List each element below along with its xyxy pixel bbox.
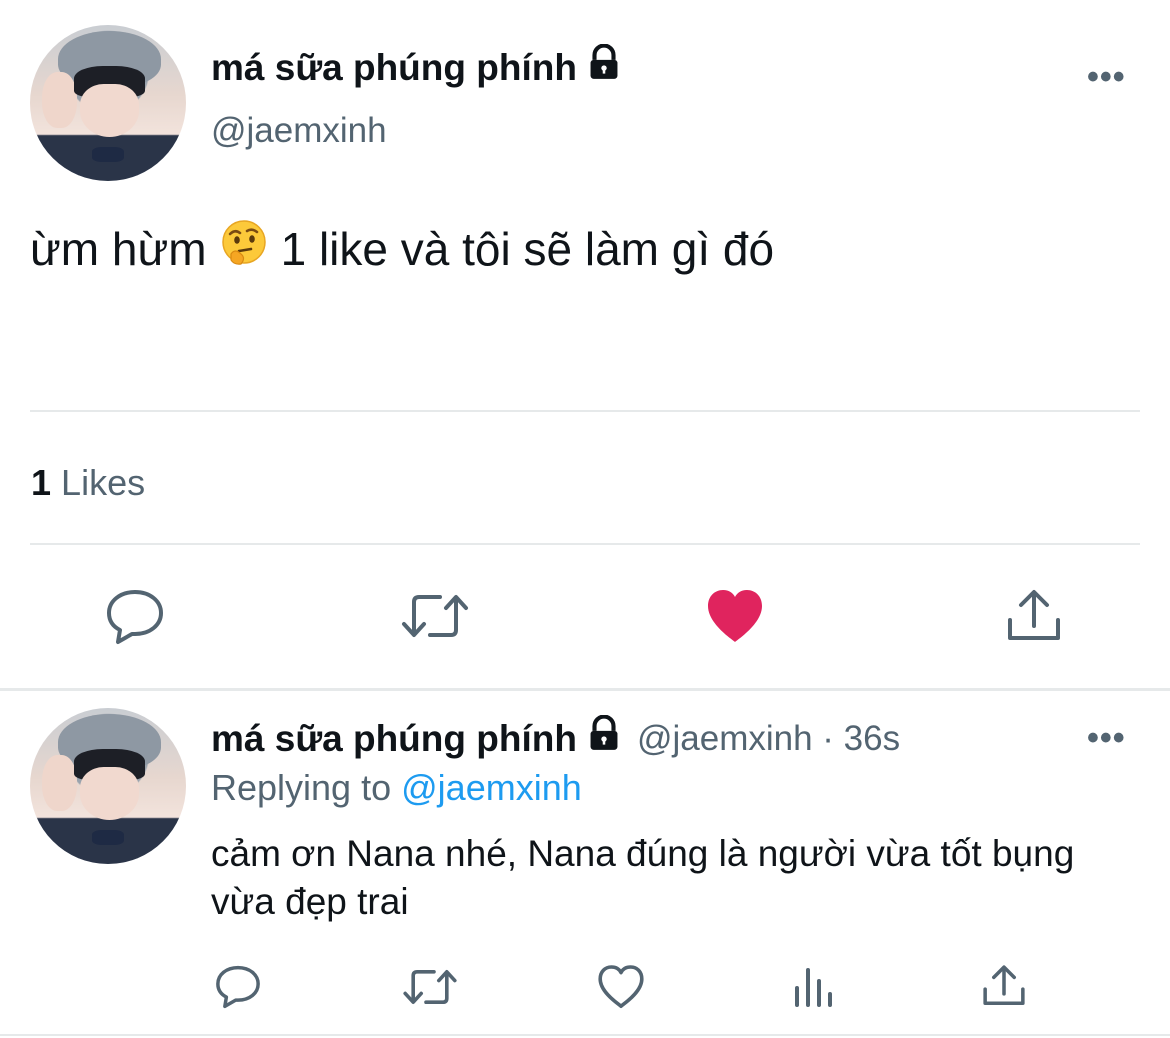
more-options-icon[interactable]: ••• <box>1087 60 1126 94</box>
replying-to-label: Replying to <box>211 767 392 808</box>
avatar[interactable] <box>30 708 186 864</box>
reply-icon[interactable] <box>104 588 166 651</box>
tweet-text: ừm hừm 1 like và tôi sẽ làm gì đó <box>30 218 774 279</box>
divider <box>30 543 1140 545</box>
tweet-text-end: 1 like và tôi sẽ làm gì đó <box>280 222 775 275</box>
mention-link[interactable]: @jaemxinh <box>401 767 582 808</box>
display-name-text: má sữa phúng phính <box>211 717 577 759</box>
likes-label: Likes <box>61 462 146 503</box>
divider <box>30 410 1140 412</box>
reply-text: cảm ơn Nana nhé, Nana đúng là người vừa … <box>211 833 1075 922</box>
retweet-icon[interactable] <box>402 966 458 1013</box>
analytics-icon[interactable] <box>792 966 834 1013</box>
avatar[interactable] <box>30 25 186 181</box>
handle-and-time[interactable]: @jaemxinh · 36s <box>637 719 900 759</box>
display-name[interactable]: má sữa phúng phính <box>211 43 623 91</box>
like-icon[interactable] <box>597 964 645 1015</box>
share-icon[interactable] <box>1005 588 1063 649</box>
replying-to: Replying to @jaemxinh <box>211 767 582 809</box>
lock-icon <box>585 714 623 762</box>
reply-header: má sữa phúng phính @jaemxinh · 36s <box>211 714 900 762</box>
tweet-text-start: ừm hừm <box>30 222 207 275</box>
retweet-icon[interactable] <box>400 590 470 647</box>
more-options-icon[interactable]: ••• <box>1087 721 1126 755</box>
reply-icon[interactable] <box>214 964 262 1015</box>
like-icon-filled[interactable] <box>705 588 765 649</box>
user-handle[interactable]: @jaemxinh <box>211 111 387 151</box>
display-name[interactable]: má sữa phúng phính <box>211 714 623 762</box>
likes-number: 1 <box>31 462 52 503</box>
lock-icon <box>585 43 623 91</box>
divider <box>0 688 1170 691</box>
thinking-face-emoji-icon <box>219 218 269 279</box>
likes-count[interactable]: 1 Likes <box>31 462 145 504</box>
divider <box>0 1034 1170 1036</box>
display-name-text: má sữa phúng phính <box>211 46 577 88</box>
share-icon[interactable] <box>981 964 1027 1013</box>
